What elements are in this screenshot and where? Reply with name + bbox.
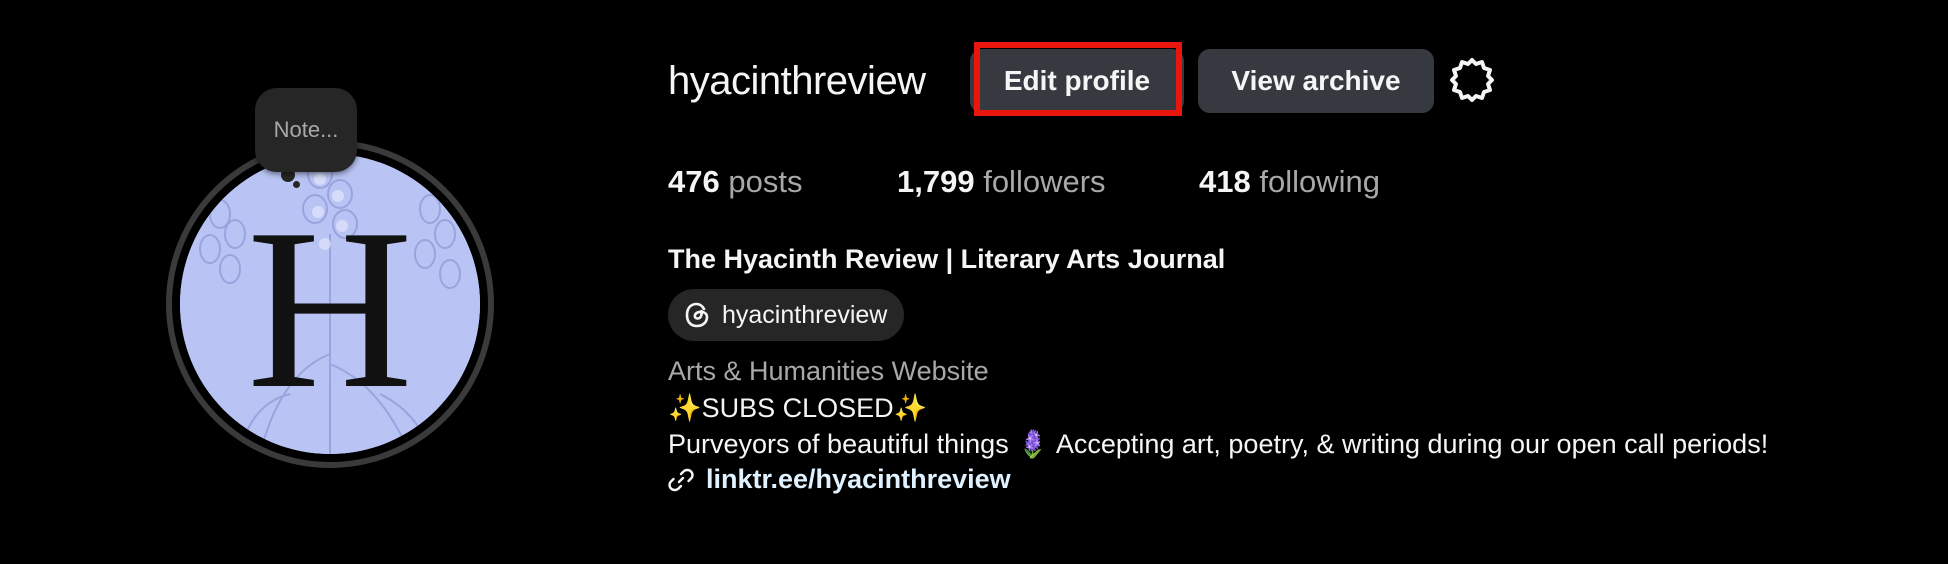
edit-profile-label: Edit profile xyxy=(1003,65,1151,96)
svg-text:H: H xyxy=(247,181,413,436)
posts-label: posts xyxy=(728,164,803,199)
link-icon xyxy=(668,468,694,491)
profile-username: hyacinthreview xyxy=(668,59,926,103)
note-bubble[interactable]: Note... xyxy=(255,88,357,172)
bio-link[interactable]: linktr.ee/hyacinthreview xyxy=(668,464,1011,495)
avatar-hyacinth-logo: H xyxy=(180,154,480,454)
bio-link-text[interactable]: linktr.ee/hyacinthreview xyxy=(706,464,1011,495)
avatar-image: H xyxy=(180,154,480,454)
followers-stat[interactable]: 1,799 followers xyxy=(897,160,1106,204)
following-label: following xyxy=(1259,164,1380,199)
view-archive-button[interactable]: View archive xyxy=(1198,49,1434,113)
bio-line-1: ✨SUBS CLOSED✨ xyxy=(668,393,928,423)
threads-icon xyxy=(685,302,709,328)
followers-count: 1,799 xyxy=(897,164,975,199)
gear-icon[interactable] xyxy=(1448,56,1496,104)
profile-category: Arts & Humanities Website xyxy=(668,356,989,386)
profile-full-name: The Hyacinth Review | Literary Arts Jour… xyxy=(668,244,1226,274)
following-stat[interactable]: 418 following xyxy=(1199,160,1380,204)
note-bubble-tail-dot xyxy=(293,181,300,188)
profile-avatar[interactable]: H xyxy=(166,140,494,468)
edit-profile-button[interactable]: Edit profile xyxy=(970,49,1184,113)
view-archive-label: View archive xyxy=(1231,65,1401,96)
note-text: Note... xyxy=(273,117,339,142)
followers-label: followers xyxy=(983,164,1106,199)
posts-stat: 476 posts xyxy=(668,160,802,204)
bio-line-2: Purveyors of beautiful things 🪻 Acceptin… xyxy=(668,429,1769,459)
threads-handle: hyacinthreview xyxy=(722,300,888,329)
threads-badge[interactable]: hyacinthreview xyxy=(668,289,904,341)
posts-count: 476 xyxy=(668,164,720,199)
following-count: 418 xyxy=(1199,164,1251,199)
